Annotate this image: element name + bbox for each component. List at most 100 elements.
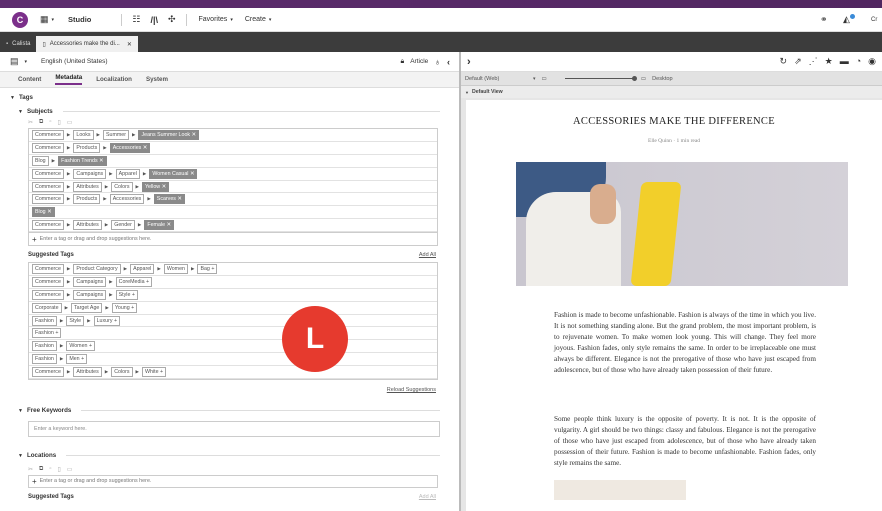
tag-chip[interactable]: Luxury + xyxy=(93,315,121,326)
tag-chip[interactable]: Blog xyxy=(32,155,49,166)
tag-chip[interactable]: Fashion xyxy=(32,354,57,365)
tag-chip[interactable]: Corporate xyxy=(32,302,62,313)
subject-row[interactable]: Commerce ▶ Products ▶ Accessories ✕ xyxy=(29,142,437,155)
tag-chip[interactable]: Commerce xyxy=(32,168,64,179)
view-bar[interactable]: ▼ Default View xyxy=(461,86,882,98)
zoom-slider[interactable] xyxy=(564,76,637,81)
tag-chip[interactable]: Yellow ✕ xyxy=(142,181,170,192)
tag-chip[interactable]: Commerce xyxy=(32,129,64,140)
tab-localization[interactable]: Localization xyxy=(96,76,132,83)
tab-calista[interactable]: ▪ Calista xyxy=(0,36,36,52)
subjects-list[interactable]: Commerce ▶ Looks ▶ Summer ▶ Jeans Summer Look … xyxy=(28,128,438,234)
chevron-right-icon[interactable]: › xyxy=(467,56,471,68)
subject-row[interactable]: Commerce ▶ Looks ▶ Summer ▶ Jeans Summer Look … xyxy=(29,129,437,142)
tag-chip[interactable]: Commerce xyxy=(32,367,64,378)
suggested-tag-row[interactable]: Corporate ▶ Target Age ▶ Young + xyxy=(29,302,437,315)
chart-icon[interactable]: /|\ xyxy=(150,15,158,25)
tag-chip[interactable]: Apparel xyxy=(115,168,140,179)
delete-icon[interactable]: ▯ xyxy=(57,466,60,473)
chevron-down-icon[interactable]: ▾ xyxy=(25,59,28,65)
tag-chip[interactable]: Women xyxy=(163,263,188,274)
tag-chip[interactable]: Fashion Trends ✕ xyxy=(58,155,107,166)
tag-chip[interactable]: Apparel xyxy=(130,263,155,274)
slider-handle[interactable] xyxy=(631,76,637,81)
subject-row[interactable]: Blog ✕ xyxy=(29,206,437,220)
tag-chip[interactable]: Young + xyxy=(111,302,138,313)
share-icon[interactable]: ⋰ xyxy=(809,56,818,67)
chevron-left-icon[interactable]: ‹ xyxy=(447,57,450,67)
tag-chip[interactable]: Women Casual ✕ xyxy=(149,168,198,179)
tag-chip[interactable]: Style + xyxy=(115,289,138,300)
suggested-tag-row[interactable]: Commerce ▶ Campaigns ▶ CoreMedia + xyxy=(29,276,437,289)
add-all-link[interactable]: Add All xyxy=(419,252,436,258)
add-all-link[interactable]: Add All xyxy=(419,494,436,500)
tag-chip[interactable]: Attributes xyxy=(73,220,102,231)
tag-chip[interactable]: CoreMedia + xyxy=(115,276,153,287)
tag-chip[interactable]: Attributes xyxy=(73,367,102,378)
star-icon[interactable]: ★ xyxy=(825,56,833,67)
tab-metadata[interactable]: Metadata xyxy=(55,74,83,85)
tag-chip[interactable]: Product Category xyxy=(73,263,121,274)
tag-chip[interactable]: Commerce xyxy=(32,263,64,274)
tag-chip[interactable]: Target Age xyxy=(71,302,103,313)
tag-chip[interactable]: Commerce xyxy=(32,194,64,205)
suggested-tag-row[interactable]: Fashion ▶ Style ▶ Luxury + xyxy=(29,315,437,328)
tag-chip[interactable]: White + xyxy=(142,367,167,378)
tag-chip[interactable]: Commerce xyxy=(32,220,64,231)
suggested-tag-row[interactable]: Commerce ▶ Product Category ▶ Apparel ▶ Women ▶… xyxy=(29,263,437,276)
tag-chip[interactable]: Blog ✕ xyxy=(32,207,55,218)
open-external-icon[interactable]: ⇗ xyxy=(794,56,802,67)
tags-section-header[interactable]: ▼ Tags xyxy=(10,93,460,102)
reload-icon[interactable]: ↻ xyxy=(780,56,788,67)
subject-row[interactable]: Commerce ▶ Attributes ▶ Gender ▶ Female ✕ xyxy=(29,219,437,233)
tag-chip[interactable]: Campaigns xyxy=(73,289,107,300)
subject-row[interactable]: Commerce ▶ Campaigns ▶ Apparel ▶ Women Casual … xyxy=(29,168,437,181)
suggested-tag-row[interactable]: Fashion + xyxy=(29,327,437,341)
tag-chip[interactable]: Female ✕ xyxy=(144,220,174,231)
suggested-tag-row[interactable]: Fashion ▶ Men + xyxy=(29,353,437,367)
tag-chip[interactable]: Accessories ✕ xyxy=(109,142,151,153)
copy-icon[interactable]: ⧉ xyxy=(39,466,43,473)
logo-icon[interactable]: C xyxy=(12,11,28,28)
device-icon[interactable]: ▭ xyxy=(542,76,547,82)
link-icon[interactable]: ⚭ xyxy=(820,14,828,25)
tag-chip[interactable]: Campaigns xyxy=(73,168,107,179)
tag-chip[interactable]: Commerce xyxy=(32,181,64,192)
eye-icon[interactable]: ◉ xyxy=(868,56,876,67)
user-initials[interactable]: Cr xyxy=(871,17,877,23)
notification-icon[interactable]: ◭ xyxy=(843,14,855,25)
tag-chip[interactable]: Men + xyxy=(66,354,88,365)
copy-icon[interactable]: ⧉ xyxy=(39,119,43,126)
tag-chip[interactable]: Scarves ✕ xyxy=(153,194,185,205)
tag-chip[interactable]: Bag + xyxy=(197,263,218,274)
tag-chip[interactable]: Fashion xyxy=(32,315,57,326)
tag-chip[interactable]: Looks xyxy=(73,129,94,140)
reload-suggestions-link[interactable]: Reload Suggestions xyxy=(387,387,436,393)
tab-system[interactable]: System xyxy=(146,76,168,83)
paste-icon[interactable]: ▫ xyxy=(49,466,51,472)
chevron-down-icon[interactable]: ▾ xyxy=(533,76,536,82)
tag-chip[interactable]: Women + xyxy=(66,341,96,352)
tag-chip[interactable]: Summer xyxy=(102,129,129,140)
keyword-input[interactable]: Enter a keyword here. xyxy=(28,421,440,438)
close-icon[interactable]: ✕ xyxy=(127,41,132,48)
library-icon[interactable]: ☷ xyxy=(132,14,140,25)
clear-icon[interactable]: ▭ xyxy=(67,119,73,126)
tag-chip[interactable]: Campaigns xyxy=(73,276,107,287)
tag-chip[interactable]: Commerce xyxy=(32,276,64,287)
suggested-tag-row[interactable]: Commerce ▶ Attributes ▶ Colors ▶ White + xyxy=(29,366,437,380)
subjects-header[interactable]: ▼ Subjects xyxy=(18,107,460,116)
tag-chip[interactable]: Commerce xyxy=(32,142,64,153)
locations-add-input[interactable]: + Enter a tag or drag and drop suggestion… xyxy=(28,475,438,488)
tag-chip[interactable]: Colors xyxy=(111,367,133,378)
tag-chip[interactable]: Products xyxy=(73,142,101,153)
suggested-tag-row[interactable]: Commerce ▶ Campaigns ▶ Style + xyxy=(29,289,437,302)
tag-chip[interactable]: Colors xyxy=(111,181,133,192)
suggested-tags-list[interactable]: Commerce ▶ Product Category ▶ Apparel ▶ Women ▶… xyxy=(28,262,438,381)
workflow-icon[interactable]: ✣ xyxy=(168,14,176,25)
locations-header[interactable]: ▼ Locations xyxy=(18,451,460,460)
delete-icon[interactable]: ▯ xyxy=(57,119,60,126)
create-menu[interactable]: Create ▾ xyxy=(245,16,272,23)
tag-chip[interactable]: Fashion xyxy=(32,341,57,352)
tag-chip[interactable]: Attributes xyxy=(73,181,102,192)
